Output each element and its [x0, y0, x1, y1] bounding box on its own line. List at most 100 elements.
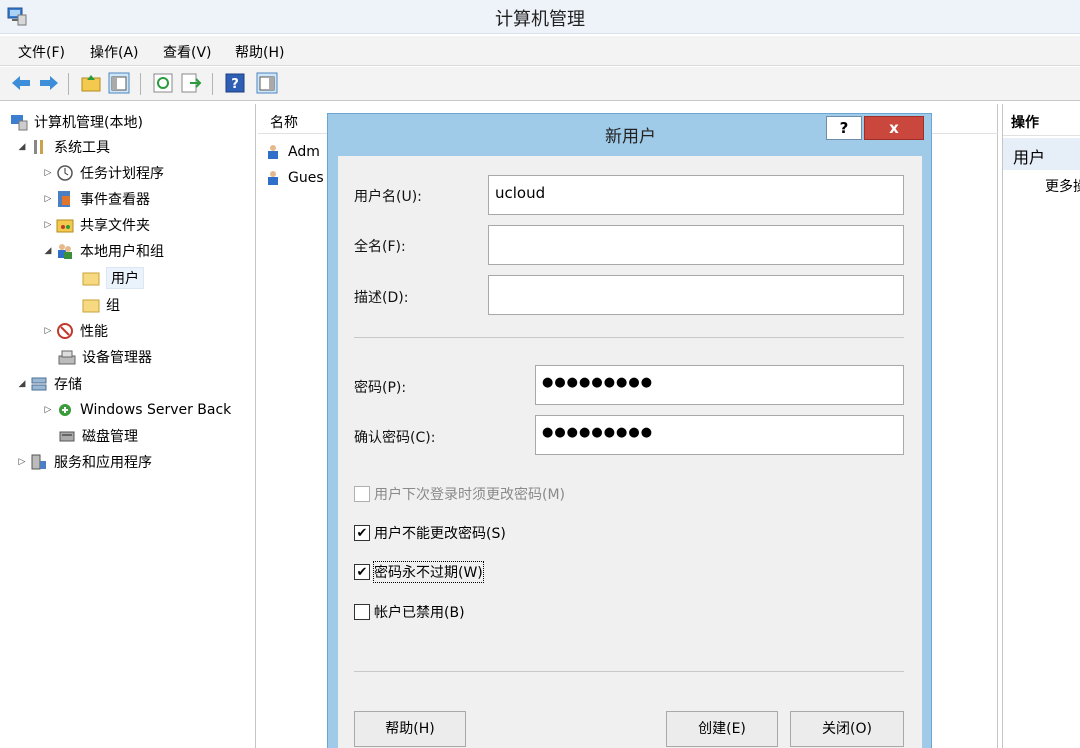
collapse-arrow-icon[interactable]: ◢ — [40, 246, 56, 256]
tree-item-event-viewer[interactable]: ▷ 事件查看器 — [40, 187, 150, 211]
toolbar-separator — [140, 73, 141, 95]
confirm-password-label: 确认密码(C): — [354, 430, 436, 446]
confirm-password-input[interactable]: ●●●●●●●●● — [535, 415, 904, 455]
performance-icon — [57, 323, 73, 339]
tree-item-label: 服务和应用程序 — [54, 455, 152, 471]
menu-view[interactable]: 查看(V) — [163, 42, 212, 62]
account-disabled-checkbox[interactable] — [354, 604, 370, 620]
forward-icon[interactable] — [38, 72, 60, 94]
tree-item-services-applications[interactable]: ▷ 服务和应用程序 — [14, 450, 152, 474]
cannot-change-password-label: 用户不能更改密码(S) — [374, 526, 506, 542]
password-never-expires-label: 密码永不过期(W) — [373, 561, 484, 583]
password-input[interactable]: ●●●●●●●●● — [535, 365, 904, 405]
tree-item-storage[interactable]: ◢ 存储 — [14, 372, 82, 396]
show-hide-action-pane-icon[interactable] — [256, 72, 278, 94]
tree-item-label: 存储 — [54, 377, 82, 393]
must-change-password-option[interactable]: 用户下次登录时须更改密码(M) — [354, 484, 565, 504]
menu-help[interactable]: 帮助(H) — [235, 42, 284, 62]
tree-item-system-tools[interactable]: ◢ 系统工具 — [14, 135, 110, 159]
menu-action[interactable]: 操作(A) — [90, 42, 139, 62]
must-change-password-checkbox[interactable] — [354, 486, 370, 502]
menu-bar: 文件(F) 操作(A) 查看(V) 帮助(H) — [0, 36, 1080, 66]
toolbar: ? — [0, 67, 1080, 101]
tree-item-label: 系统工具 — [54, 140, 110, 156]
tree-item-label: 设备管理器 — [82, 350, 152, 366]
help-icon[interactable]: ? — [224, 72, 246, 94]
actions-section-users[interactable]: 用户 — [1003, 138, 1080, 170]
tree-item-groups[interactable]: 组 — [82, 293, 120, 317]
event-viewer-icon — [58, 191, 70, 207]
folder-icon — [82, 299, 100, 313]
tree-item-label: 本地用户和组 — [80, 244, 164, 260]
help-button[interactable]: 帮助(H) — [354, 711, 466, 747]
tree-item-disk-management[interactable]: 磁盘管理 — [58, 424, 138, 448]
actions-header: 操作 — [1003, 108, 1080, 136]
backup-icon — [59, 404, 71, 416]
create-button[interactable]: 创建(E) — [666, 711, 778, 747]
export-list-icon[interactable] — [180, 72, 202, 94]
tree-item-label: Windows Server Back — [80, 402, 232, 418]
password-never-expires-option[interactable]: ✔ 密码永不过期(W) — [354, 561, 484, 583]
back-icon[interactable] — [10, 72, 32, 94]
expand-arrow-icon[interactable]: ▷ — [40, 326, 56, 336]
tree-item-performance[interactable]: ▷ 性能 — [40, 319, 108, 343]
storage-icon — [31, 377, 47, 391]
tree-item-task-scheduler[interactable]: ▷ 任务计划程序 — [40, 161, 164, 185]
tree-item-label: 事件查看器 — [80, 192, 150, 208]
username-input[interactable]: ucloud — [488, 175, 904, 215]
tree-item-users[interactable]: 用户 — [82, 266, 144, 290]
device-manager-icon — [58, 350, 76, 365]
dialog-help-button[interactable]: ? — [826, 116, 862, 140]
list-item-label: Gues — [288, 170, 324, 186]
close-button[interactable]: 关闭(O) — [790, 711, 904, 747]
expand-arrow-icon[interactable]: ▷ — [40, 168, 56, 178]
clock-icon — [57, 165, 73, 181]
list-item[interactable]: Adm — [266, 140, 320, 164]
new-user-dialog: 新用户 ? x 用户名(U): ucloud 全名(F): 描述(D): 密码(… — [327, 113, 932, 748]
tree-item-local-users-groups[interactable]: ◢ 本地用户和组 — [40, 239, 164, 263]
expand-arrow-icon[interactable]: ▷ — [14, 457, 30, 467]
tree-item-label: 用户 — [106, 267, 144, 289]
divider — [354, 671, 904, 672]
show-hide-tree-icon[interactable] — [108, 72, 130, 94]
account-disabled-label: 帐户已禁用(B) — [374, 605, 465, 621]
tree-item-windows-server-backup[interactable]: ▷ Windows Server Back — [40, 398, 232, 422]
expand-arrow-icon[interactable]: ▷ — [40, 405, 56, 415]
description-input[interactable] — [488, 275, 904, 315]
shared-folder-icon — [56, 219, 74, 233]
toolbar-separator — [68, 73, 69, 95]
tree-item-label: 组 — [106, 298, 120, 314]
dialog-body: 用户名(U): ucloud 全名(F): 描述(D): 密码(P): ●●●●… — [338, 156, 922, 748]
toolbar-separator — [212, 73, 213, 95]
collapse-arrow-icon[interactable]: ◢ — [14, 379, 30, 389]
divider — [354, 337, 904, 338]
more-actions-link[interactable]: 更多操 — [1045, 176, 1080, 196]
list-item-label: Adm — [288, 144, 320, 160]
collapse-arrow-icon[interactable]: ◢ — [14, 142, 30, 152]
tree-item-label: 计算机管理(本地) — [34, 115, 143, 131]
actions-pane: 操作 用户 更多操 — [1002, 104, 1080, 748]
tree-item-shared-folders[interactable]: ▷ 共享文件夹 — [40, 213, 150, 237]
fullname-input[interactable] — [488, 225, 904, 265]
cannot-change-password-option[interactable]: ✔ 用户不能更改密码(S) — [354, 523, 506, 543]
expand-arrow-icon[interactable]: ▷ — [40, 220, 56, 230]
console-tree: 计算机管理(本地) ◢ 系统工具 ▷ 任务计划程序 ▷ 事件查看器 ▷ 共享文件… — [0, 104, 256, 748]
menu-file[interactable]: 文件(F) — [18, 42, 65, 62]
list-item[interactable]: Gues — [266, 166, 324, 190]
column-header-name[interactable]: 名称 — [270, 112, 298, 132]
password-never-expires-checkbox[interactable]: ✔ — [354, 564, 370, 580]
user-icon — [268, 145, 278, 159]
account-disabled-option[interactable]: 帐户已禁用(B) — [354, 602, 465, 622]
tree-item-computer-management[interactable]: 计算机管理(本地) — [10, 110, 143, 134]
users-icon — [58, 244, 72, 259]
services-icon — [31, 454, 46, 470]
username-label: 用户名(U): — [354, 189, 422, 205]
cannot-change-password-checkbox[interactable]: ✔ — [354, 525, 370, 541]
tree-item-device-manager[interactable]: 设备管理器 — [58, 345, 152, 369]
tree-item-label: 性能 — [80, 324, 108, 340]
refresh-icon[interactable] — [152, 72, 174, 94]
expand-arrow-icon[interactable]: ▷ — [40, 194, 56, 204]
tree-item-label: 任务计划程序 — [80, 166, 164, 182]
dialog-close-button[interactable]: x — [864, 116, 924, 140]
up-folder-icon[interactable] — [80, 72, 102, 94]
